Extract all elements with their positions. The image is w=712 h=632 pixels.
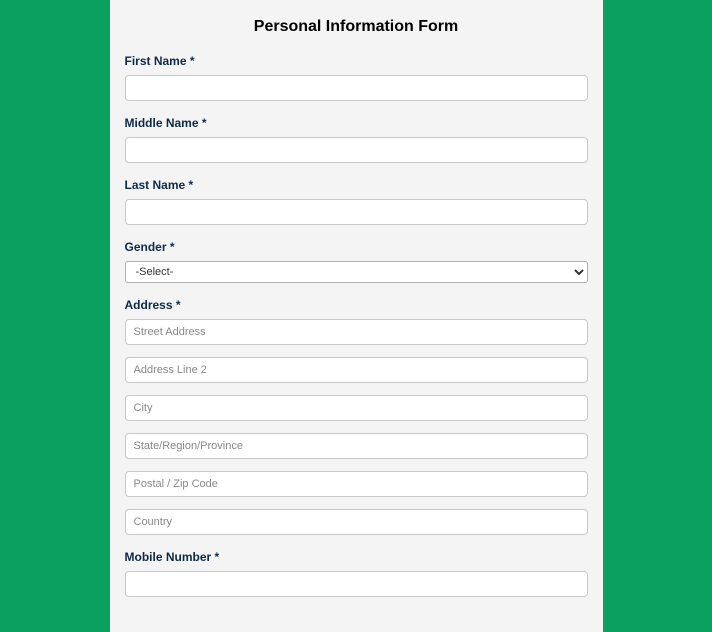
- last-name-label: Last Name *: [125, 178, 588, 192]
- gender-select[interactable]: -Select-: [125, 261, 588, 283]
- address-line2-input[interactable]: [125, 357, 588, 383]
- street-address-input[interactable]: [125, 319, 588, 345]
- country-input[interactable]: [125, 509, 588, 535]
- mobile-input[interactable]: [125, 571, 588, 597]
- first-name-label: First Name *: [125, 54, 588, 68]
- mobile-group: Mobile Number *: [125, 550, 588, 597]
- middle-name-label: Middle Name *: [125, 116, 588, 130]
- middle-name-group: Middle Name *: [125, 116, 588, 163]
- postal-input[interactable]: [125, 471, 588, 497]
- middle-name-input[interactable]: [125, 137, 588, 163]
- form-container: Personal Information Form First Name * M…: [110, 0, 603, 632]
- first-name-input[interactable]: [125, 75, 588, 101]
- last-name-group: Last Name *: [125, 178, 588, 225]
- first-name-group: First Name *: [125, 54, 588, 101]
- form-title: Personal Information Form: [125, 18, 588, 36]
- mobile-label: Mobile Number *: [125, 550, 588, 564]
- city-input[interactable]: [125, 395, 588, 421]
- address-group: Address *: [125, 298, 588, 535]
- gender-label: Gender *: [125, 240, 588, 254]
- state-input[interactable]: [125, 433, 588, 459]
- last-name-input[interactable]: [125, 199, 588, 225]
- gender-group: Gender * -Select-: [125, 240, 588, 283]
- address-label: Address *: [125, 298, 588, 312]
